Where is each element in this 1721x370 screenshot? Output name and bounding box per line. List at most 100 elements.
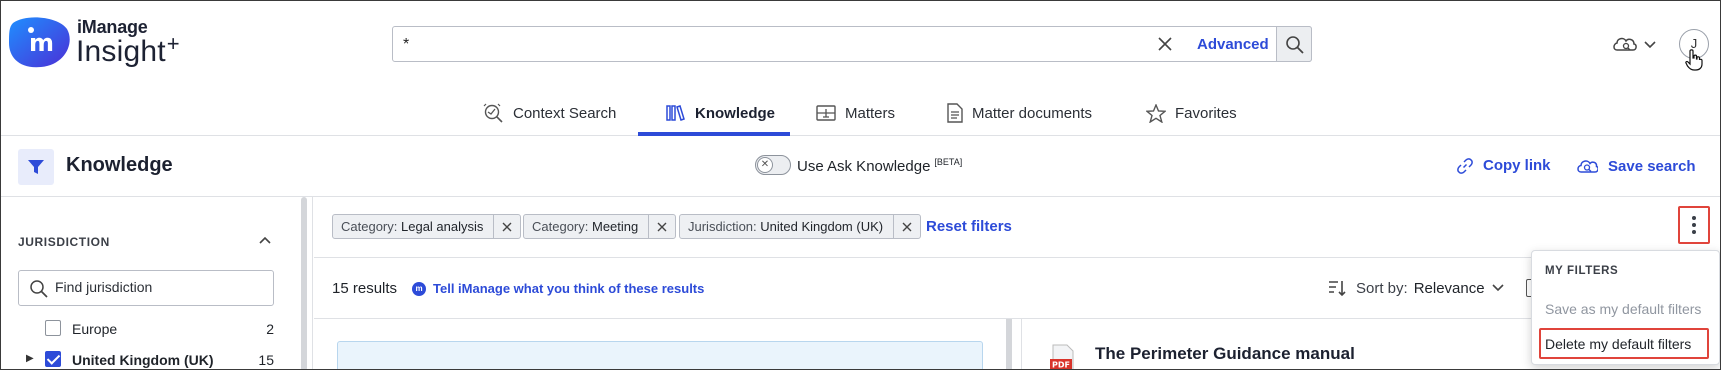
filter-chip-category-meeting: Category: Meeting <box>523 214 677 239</box>
page-title: Knowledge <box>66 154 173 176</box>
document-title[interactable]: The Perimeter Guidance manual <box>1095 344 1355 364</box>
facet-search-box <box>18 270 274 306</box>
chip-value: Meeting <box>592 219 639 234</box>
more-options-button[interactable] <box>1678 206 1710 244</box>
my-filters-menu: MY FILTERS Save as my default filters De… <box>1531 250 1720 365</box>
svg-text:m: m <box>29 29 54 57</box>
search-input[interactable] <box>403 34 1143 56</box>
clear-search-icon[interactable] <box>1155 34 1175 54</box>
facet-checkbox[interactable] <box>45 351 61 367</box>
search-icon <box>30 280 48 298</box>
kebab-dot <box>1692 216 1696 220</box>
tab-favorites[interactable]: Favorites <box>1146 91 1237 135</box>
chip-key: Jurisdiction: <box>688 219 757 234</box>
menu-heading: MY FILTERS <box>1545 265 1619 277</box>
ask-knowledge-text: Use Ask Knowledge <box>797 158 931 175</box>
page-header: Knowledge ✕ Use Ask Knowledge [BETA] Copy… <box>1 136 1720 197</box>
filter-sidebar: JURISDICTION Europe 2 ▶ United Kingdom (… <box>1 197 301 369</box>
star-icon <box>1146 103 1166 123</box>
app-window: m iManage Insight+ Advanced J <box>0 0 1721 370</box>
close-icon <box>902 222 912 231</box>
ask-knowledge-label: Use Ask Knowledge [BETA] <box>797 157 963 175</box>
remove-filter-button[interactable] <box>893 215 912 238</box>
product-plus: + <box>166 31 180 56</box>
tab-label: Knowledge <box>695 104 776 122</box>
toggle-off-icon: ✕ <box>757 157 773 173</box>
tab-label: Favorites <box>1175 104 1237 122</box>
context-search-icon <box>483 103 503 123</box>
close-icon <box>657 222 667 231</box>
facet-item-count: 15 <box>258 352 274 368</box>
sort-label: Sort by: <box>1356 279 1408 297</box>
copy-link-button[interactable]: Copy link <box>1457 157 1551 174</box>
link-icon <box>1457 157 1473 174</box>
filter-toggle-button[interactable] <box>18 149 54 185</box>
facet-checkbox[interactable] <box>45 320 61 336</box>
filter-icon <box>28 160 44 174</box>
results-toolbar: 15 results m Tell iManage what you think… <box>314 259 1720 319</box>
delete-default-filters-item[interactable]: Delete my default filters <box>1545 336 1691 352</box>
facet-item-count: 2 <box>266 321 274 337</box>
cloud-search-icon <box>1613 37 1656 51</box>
sort-dropdown[interactable]: Sort by: Relevance <box>1328 279 1515 297</box>
save-search-label: Save search <box>1608 157 1696 175</box>
tab-matters[interactable]: Matters <box>816 91 895 135</box>
chevron-down-icon <box>1492 284 1504 292</box>
imanage-logo[interactable]: m <box>7 15 77 69</box>
main-tabs: Context Search Knowledge Matters Matter … <box>1 91 1720 136</box>
tab-label: Matter documents <box>972 104 1093 122</box>
ask-knowledge-toggle[interactable]: ✕ <box>755 155 791 175</box>
cloud-menu-button[interactable] <box>1612 33 1658 55</box>
facet-item-label: United Kingdom (UK) <box>72 352 214 368</box>
beta-badge: [BETA] <box>934 157 963 167</box>
feedback-link[interactable]: m Tell iManage what you think of these r… <box>412 281 704 296</box>
sidebar-divider <box>312 197 313 369</box>
expand-caret-icon[interactable]: ▶ <box>26 353 34 364</box>
matters-icon <box>816 105 836 121</box>
tab-matter-documents[interactable]: Matter documents <box>947 91 1092 135</box>
imanage-badge-icon: m <box>412 281 426 296</box>
chip-value: Legal analysis <box>401 219 484 234</box>
feedback-label: Tell iManage what you think of these res… <box>433 281 705 296</box>
save-default-filters-item[interactable]: Save as my default filters <box>1545 301 1701 317</box>
pdf-badge-text: PDF <box>1052 361 1070 370</box>
close-icon <box>502 222 512 231</box>
results-count: 15 results <box>332 280 398 297</box>
tab-knowledge[interactable]: Knowledge <box>666 91 775 135</box>
filter-chip-category-legal-analysis: Category: Legal analysis <box>332 214 522 239</box>
tab-label: Matters <box>845 104 896 122</box>
books-icon <box>666 105 685 121</box>
save-search-button[interactable]: Save search <box>1576 157 1696 175</box>
chip-value: United Kingdom (UK) <box>760 219 884 234</box>
facet-item-united-kingdom[interactable]: ▶ United Kingdom (UK) 15 <box>1 349 281 369</box>
advanced-search-link[interactable]: Advanced <box>1197 36 1269 53</box>
sort-icon <box>1329 281 1346 297</box>
chevron-up-icon[interactable] <box>258 235 272 245</box>
tab-context-search[interactable]: Context Search <box>482 91 616 135</box>
remove-filter-button[interactable] <box>648 215 667 238</box>
result-card-highlighted[interactable] <box>337 341 983 369</box>
jurisdiction-search-input[interactable] <box>55 279 255 295</box>
cloud-save-icon <box>1577 160 1598 173</box>
sort-value: Relevance <box>1413 279 1485 297</box>
filter-chip-jurisdiction-uk: Jurisdiction: United Kingdom (UK) <box>679 214 922 239</box>
search-button[interactable] <box>1276 26 1312 62</box>
chip-key: Category: <box>532 219 589 234</box>
hand-cursor-icon <box>1685 49 1703 71</box>
results-scrollbar[interactable] <box>1006 319 1012 369</box>
remove-filter-button[interactable] <box>493 215 512 238</box>
sidebar-scrollbar[interactable] <box>301 197 307 369</box>
copy-link-label: Copy link <box>1483 157 1551 174</box>
pane-divider <box>1021 319 1022 369</box>
document-icon <box>947 103 963 123</box>
facet-title: JURISDICTION <box>18 235 110 249</box>
active-filters-bar: Category: Legal analysis Category: Meeti… <box>314 197 1720 258</box>
product-name: Insight+ <box>76 31 180 69</box>
tab-label: Context Search <box>513 104 617 122</box>
kebab-dot <box>1692 223 1696 227</box>
facet-item-europe[interactable]: Europe 2 <box>1 318 281 340</box>
kebab-dot <box>1692 230 1696 234</box>
reset-filters-link[interactable]: Reset filters <box>926 218 1012 235</box>
facet-item-label: Europe <box>72 321 118 337</box>
search-icon <box>1286 36 1304 54</box>
